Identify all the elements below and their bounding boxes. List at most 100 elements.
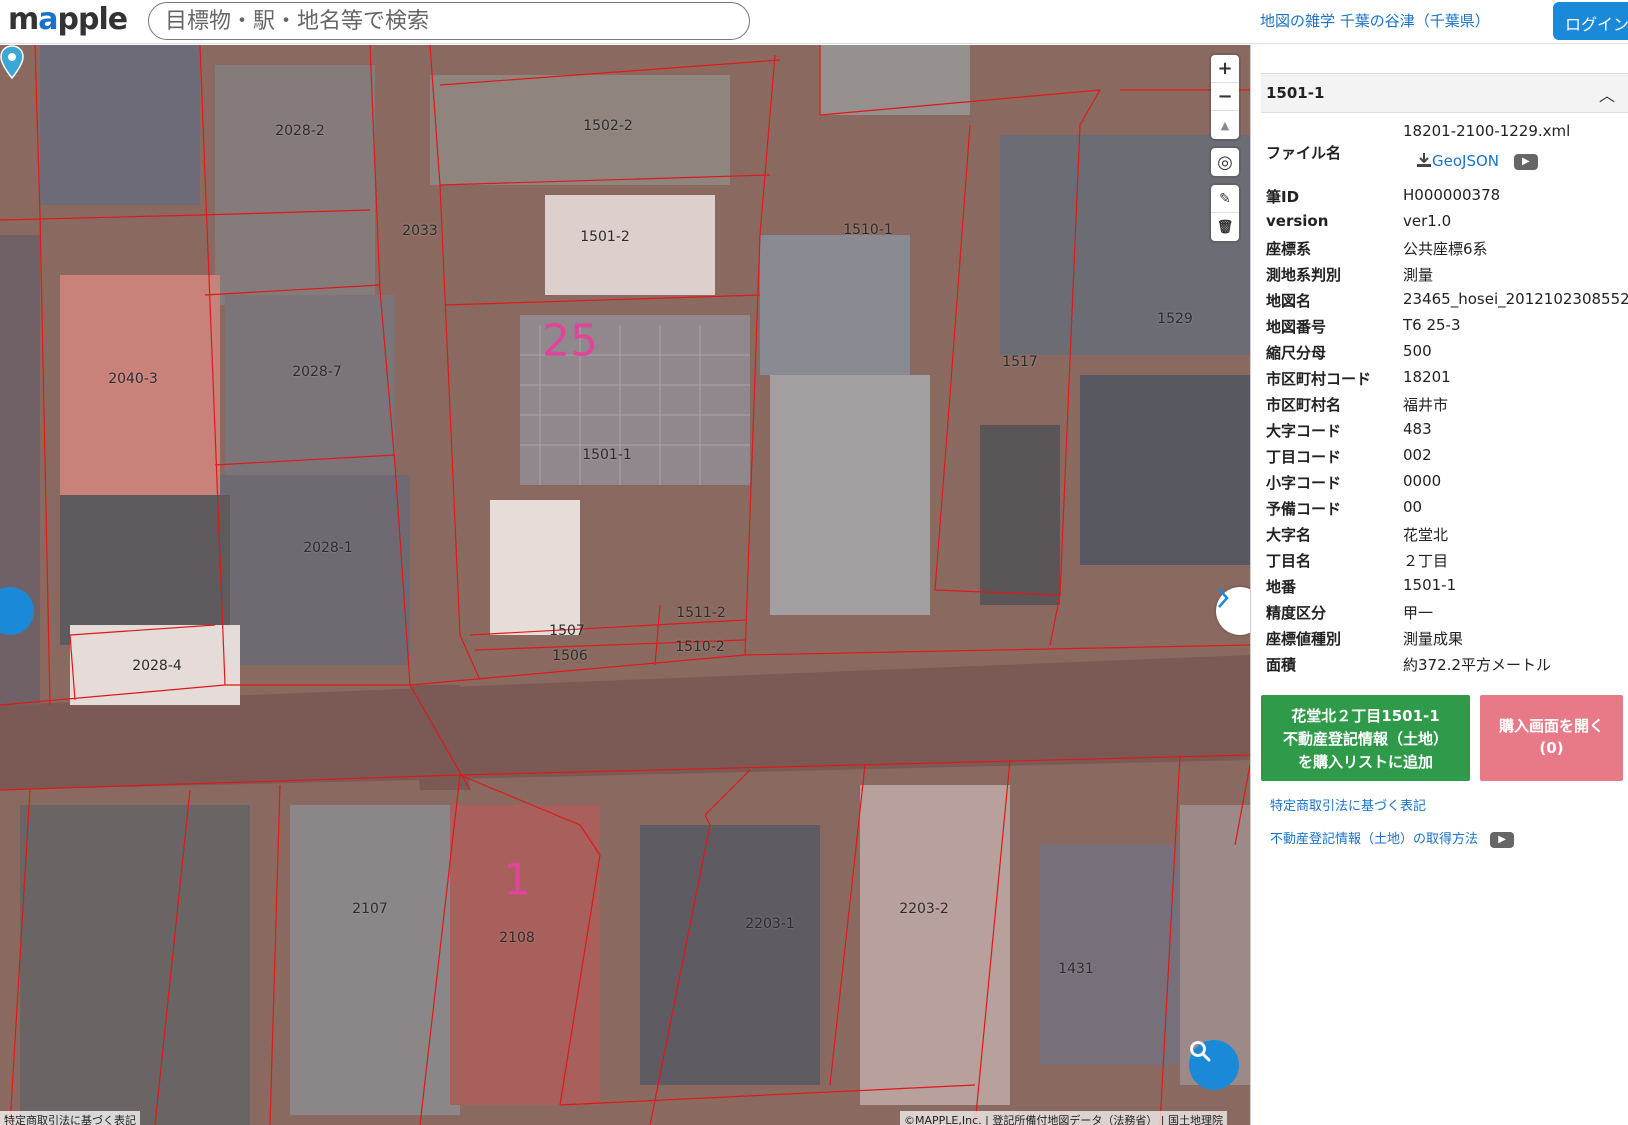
chevron-up-icon[interactable]: ︿ [1599,82,1615,106]
block-number-label: 25 [542,315,598,367]
draw-line-button[interactable]: ✎ [1211,185,1239,213]
parcel-label[interactable]: 1511-2 [676,605,726,621]
buy-button-line: 不動産登記情報（土地） [1282,730,1448,748]
geolocate-button[interactable]: ◎ [1211,148,1239,176]
attribute-value: 公共座標6系 [1403,240,1488,258]
draw-controls: ✎ 🗑 [1211,185,1239,241]
search-input[interactable] [148,2,750,40]
attribute-row: 丁目コード 002 [1266,442,1626,468]
zoom-out-button[interactable]: − [1211,83,1239,111]
parcel-label[interactable]: 1529 [1157,311,1193,327]
attribute-value: 18201 [1403,368,1451,386]
open-purchase-screen-button[interactable]: 購入画面を開く (0) [1480,695,1623,781]
login-button[interactable]: ログイン [1553,2,1628,40]
attribute-key: 地図名 [1266,292,1312,310]
attribute-key: 地図番号 [1266,318,1327,336]
attribute-row: 市区町村コード 18201 [1266,364,1626,390]
how-to-get-info-label: 不動産登記情報（土地）の取得方法 [1270,832,1479,847]
attribute-value: ２丁目 [1403,552,1449,570]
attribute-value: 甲一 [1403,604,1434,622]
map-search-button[interactable] [1189,1040,1239,1090]
attribute-value: 花堂北 [1403,526,1449,544]
attribute-value: ver1.0 [1403,212,1452,230]
attribute-value: 測量 [1403,266,1434,284]
attribute-row: 面積 約372.2平方メートル [1266,650,1626,676]
attribute-row: 市区町村名 福井市 [1266,390,1626,416]
geojson-download-link[interactable]: GeoJSON ▶ [1416,152,1538,170]
purchase-count: (0) [1539,739,1564,757]
parcel-label[interactable]: 2028-1 [303,540,353,556]
parcel-label[interactable]: 1507 [549,623,585,639]
article-link[interactable]: 地図の雑学 千葉の谷津（千葉県） [1260,10,1490,31]
attribute-row: 丁目名 ２丁目 [1266,546,1626,572]
location-pin-icon[interactable] [0,45,24,79]
attribute-row: 地番 1501-1 [1266,572,1626,598]
compass-north-icon[interactable]: ▲ [1211,111,1239,139]
attribute-row: 精度区分 甲一 [1266,598,1626,624]
parcel-label[interactable]: 1502-2 [583,118,633,134]
attribute-value: 福井市 [1403,396,1449,414]
zoom-controls: + − ▲ [1211,55,1239,139]
attribute-key: 測地系判別 [1266,266,1342,284]
logo-part-a: a [38,2,58,37]
file-name-label: ファイル名 [1266,144,1342,162]
youtube-icon[interactable]: ▶ [1513,153,1538,170]
how-to-get-info-link[interactable]: 不動産登記情報（土地）の取得方法 ▶ [1270,828,1515,848]
map-attribution: ©MAPPLE,Inc. | 登記所備付地図データ（法務省） | 国土地理院 [900,1111,1228,1125]
parcel-label[interactable]: 2203-1 [745,916,795,932]
attribute-row: 大字コード 483 [1266,416,1626,442]
mapple-logo[interactable]: mapple [8,2,129,37]
parcel-label[interactable]: 1510-1 [843,222,893,238]
add-to-purchase-list-button[interactable]: 花堂北２丁目1501-1 不動産登記情報（土地） を購入リストに追加 [1261,695,1470,781]
attribute-key: 大字コード [1266,422,1342,440]
parcel-label[interactable]: 2203-2 [899,901,949,917]
parcel-label[interactable]: 2033 [402,223,438,239]
attribute-row: 地図名 23465_hosei_20121023085529 [1266,286,1628,312]
parcel-label[interactable]: 2028-2 [275,123,325,139]
parcel-label[interactable]: 1510-2 [675,639,725,655]
attribute-key: version [1266,212,1329,230]
attribute-key: 面積 [1266,656,1297,674]
parcel-label[interactable]: 1431 [1058,961,1094,977]
parcel-label[interactable]: 2028-7 [292,364,342,380]
parcel-label[interactable]: 1506 [552,648,588,664]
attribute-key: 市区町村コード [1266,370,1372,388]
file-row: ファイル名 18201-2100-1229.xml GeoJSON ▶ [1266,120,1626,182]
trash-button[interactable]: 🗑 [1211,213,1239,241]
attribute-value: 1501-1 [1403,576,1457,594]
attribute-value: 約372.2平方メートル [1403,656,1551,674]
attribute-value: 483 [1403,420,1432,438]
parcel-label[interactable]: 2040-3 [108,371,158,387]
attribute-key: 縮尺分母 [1266,344,1327,362]
attribute-row: 小字コード 0000 [1266,468,1626,494]
attribute-row: 大字名 花堂北 [1266,520,1626,546]
parcel-accordion-header[interactable]: 1501-1 ︿ [1261,73,1628,113]
zoom-in-button[interactable]: + [1211,55,1239,83]
attribute-value: 測量成果 [1403,630,1464,648]
download-icon [1417,153,1431,167]
logo-part-pple: pple [57,2,129,37]
parcel-label[interactable]: 1501-2 [580,229,630,245]
parcel-label[interactable]: 2028-4 [132,658,182,674]
parcel-label[interactable]: 1517 [1002,354,1038,370]
youtube-icon[interactable]: ▶ [1490,831,1515,848]
parcel-label[interactable]: 2108 [499,930,535,946]
map-view[interactable]: 25 1 2028-2 1502-2 2033 1501-2 1510-1 20… [0,45,1250,1125]
parcel-label[interactable]: 2107 [352,901,388,917]
geolocate-control: ◎ [1211,148,1239,176]
file-name-value: 18201-2100-1229.xml [1403,122,1571,140]
parcel-label[interactable]: 1501-1 [582,447,632,463]
attribute-key: 予備コード [1266,500,1342,518]
legal-notice-link[interactable]: 特定商取引法に基づく表記 [0,1111,140,1125]
attribute-rows: 筆ID H000000378 version ver1.0 座標系 公共座標6系 測地… [1266,182,1628,676]
legal-notice-link[interactable]: 特定商取引法に基づく表記 [1270,795,1426,814]
attribute-row: 筆ID H000000378 [1266,182,1626,208]
attribute-row: 測地系判別 測量 [1266,260,1626,286]
parcel-title: 1501-1 [1266,84,1325,102]
attribute-key: 座標系 [1266,240,1312,258]
search-icon [1190,1041,1211,1062]
attribute-row: 地図番号 T6 25-3 [1266,312,1626,338]
attribute-key: 精度区分 [1266,604,1327,622]
attribute-value: 002 [1403,446,1432,464]
attribute-value: H000000378 [1403,186,1501,204]
